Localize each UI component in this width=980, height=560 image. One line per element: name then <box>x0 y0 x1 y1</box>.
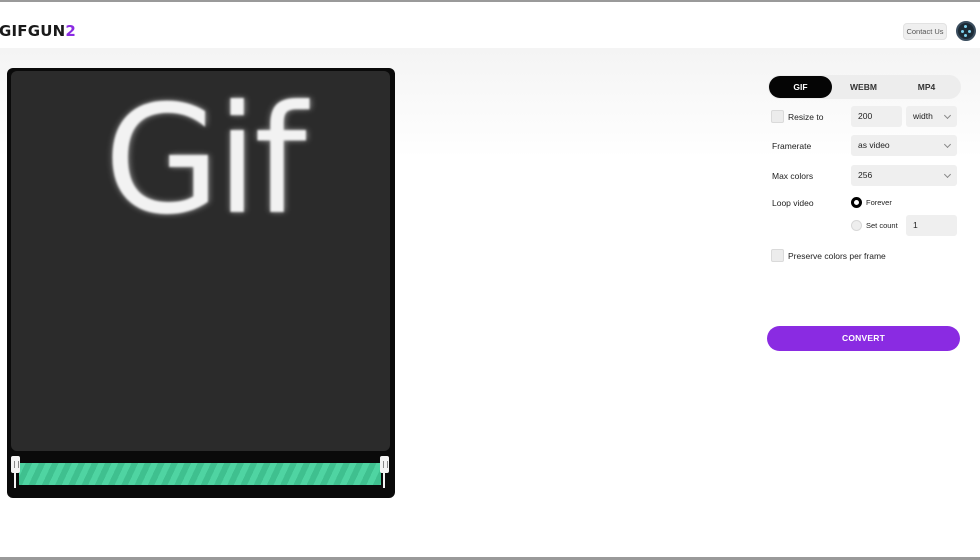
resize-dimension-value: width <box>913 111 933 121</box>
chevron-down-icon <box>943 111 952 120</box>
chevron-down-icon <box>943 140 952 149</box>
header: GIFGUN2 Contact Us <box>0 2 980 48</box>
tab-gif[interactable]: GIF <box>769 76 832 98</box>
trim-end-stem <box>383 470 385 488</box>
max-colors-select[interactable]: 256 <box>851 165 957 186</box>
resize-checkbox[interactable] <box>771 110 784 123</box>
loop-set-count-label: Set count <box>866 221 898 230</box>
logo[interactable]: GIFGUN2 <box>0 22 76 40</box>
preview-overlay-text: Gif <box>104 74 307 248</box>
resize-value-input[interactable]: 200 <box>851 106 902 127</box>
avatar-icon[interactable] <box>956 21 976 41</box>
max-colors-value: 256 <box>858 170 873 180</box>
resize-label: Resize to <box>788 112 824 122</box>
framerate-select[interactable]: as video <box>851 135 957 156</box>
loop-label: Loop video <box>772 198 814 208</box>
trim-start-stem <box>14 470 16 488</box>
loop-set-count-radio[interactable] <box>851 220 862 231</box>
framerate-label: Framerate <box>772 141 812 151</box>
preserve-colors-label: Preserve colors per frame <box>788 251 886 261</box>
resize-dimension-select[interactable]: width <box>906 106 957 127</box>
framerate-value: as video <box>858 140 890 150</box>
preserve-colors-checkbox[interactable] <box>771 249 784 262</box>
logo-accent: 2 <box>65 22 77 40</box>
format-tabs: GIF WEBM MP4 <box>768 75 961 99</box>
logo-text: GIFGUN <box>0 22 66 40</box>
loop-forever-label: Forever <box>866 198 892 207</box>
trim-timeline[interactable] <box>19 463 381 485</box>
convert-button[interactable]: CONVERT <box>767 326 960 351</box>
loop-forever-radio[interactable] <box>851 197 862 208</box>
contact-us-button[interactable]: Contact Us <box>903 23 947 40</box>
chevron-down-icon <box>943 170 952 179</box>
max-colors-label: Max colors <box>772 171 814 181</box>
loop-count-input[interactable]: 1 <box>906 215 957 236</box>
tab-webm[interactable]: WEBM <box>832 76 895 98</box>
tab-mp4[interactable]: MP4 <box>895 76 958 98</box>
